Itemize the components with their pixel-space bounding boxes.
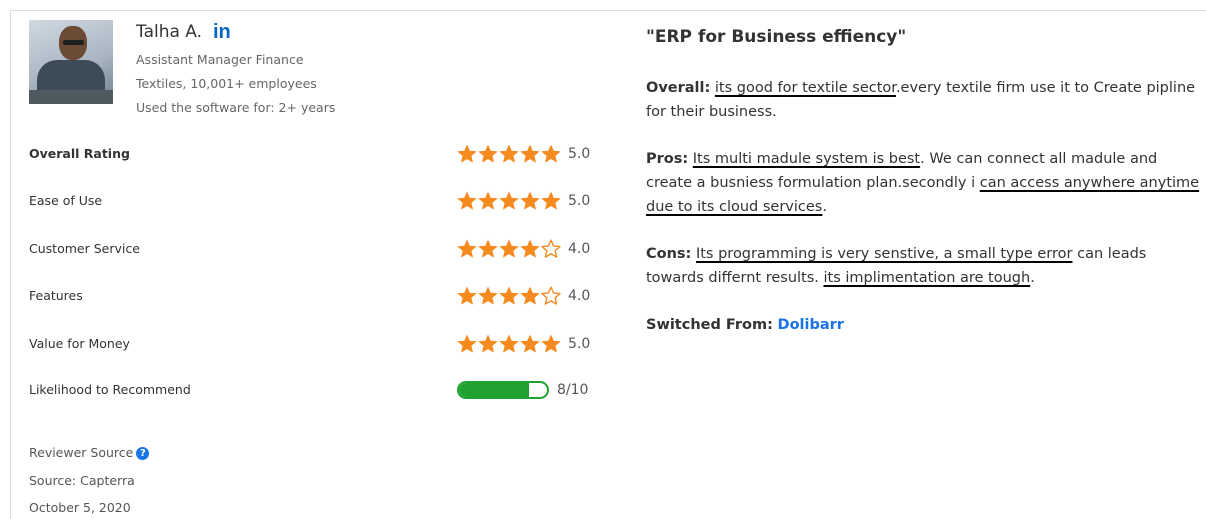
rating-row-customer-service: Customer Service 4.0 (29, 239, 591, 259)
rating-label: Value for Money (29, 336, 130, 351)
rating-value: 5.0 (568, 193, 591, 209)
star-filled-icon (520, 239, 540, 258)
rating-row-overall: Overall Rating 5.0 (29, 144, 591, 164)
help-icon[interactable]: ? (136, 447, 150, 460)
reviewer-source-label: Reviewer Source (29, 445, 134, 460)
cons-highlight-1: Its programming is very senstive, a smal… (695, 246, 1073, 262)
star-filled-icon (499, 286, 519, 305)
star-filled-icon (499, 144, 519, 163)
star-filled-icon (520, 334, 540, 353)
pros-highlight-1: Its multi madule system is best (692, 151, 921, 167)
reviewer-company: Textiles, 10,001+ employees (136, 76, 317, 91)
star-filled-icon (520, 191, 540, 210)
star-empty-icon (541, 286, 561, 305)
star-filled-icon (541, 334, 561, 353)
star-filled-icon (541, 191, 561, 210)
star-filled-icon (478, 239, 498, 258)
star-rating (457, 191, 562, 211)
review-pros: Pros: Its multi madule system is best. W… (646, 147, 1204, 219)
star-rating (457, 286, 562, 306)
recommend-progress-bar (457, 381, 549, 399)
review-switched-from: Switched From: Dolibarr (646, 313, 1204, 337)
rating-value: 5.0 (568, 146, 591, 162)
linkedin-icon[interactable]: in (213, 22, 231, 42)
review-title: "ERP for Business effiency" (646, 27, 907, 47)
rating-row-value-for-money: Value for Money 5.0 (29, 334, 591, 354)
rating-row-recommend: Likelihood to Recommend 8/10 (29, 380, 591, 400)
rating-label: Overall Rating (29, 146, 130, 161)
source-text: Source: Capterra (29, 473, 135, 488)
switched-from-link[interactable]: Dolibarr (778, 317, 844, 333)
star-filled-icon (541, 144, 561, 163)
rating-label: Customer Service (29, 241, 140, 256)
star-filled-icon (520, 144, 540, 163)
reviewer-usage: Used the software for: 2+ years (136, 100, 336, 115)
recommend-label: Likelihood to Recommend (29, 382, 191, 397)
star-filled-icon (478, 191, 498, 210)
star-rating (457, 144, 562, 164)
switched-label: Switched From: (646, 317, 773, 333)
pros-text-2: . (822, 199, 827, 215)
rating-row-ease-of-use: Ease of Use 5.0 (29, 191, 591, 211)
review-overall: Overall: its good for textile sector.eve… (646, 76, 1204, 124)
overall-label: Overall: (646, 80, 711, 96)
rating-label: Ease of Use (29, 193, 103, 208)
pros-label: Pros: (646, 151, 689, 167)
reviewer-role: Assistant Manager Finance (136, 52, 304, 67)
cons-highlight-2: its implimentation are tough (823, 270, 1031, 286)
star-filled-icon (457, 144, 477, 163)
reviewer-name: Talha A. (136, 22, 203, 42)
rating-value: 4.0 (568, 241, 591, 257)
rating-row-features: Features 4.0 (29, 286, 591, 306)
overall-highlight: its good for textile sector (714, 80, 896, 96)
star-filled-icon (457, 191, 477, 210)
star-filled-icon (478, 286, 498, 305)
star-empty-icon (541, 239, 561, 258)
star-filled-icon (499, 191, 519, 210)
cons-label: Cons: (646, 246, 692, 262)
star-filled-icon (478, 144, 498, 163)
rating-value: 5.0 (568, 336, 591, 352)
star-filled-icon (457, 286, 477, 305)
recommend-value: 8/10 (557, 382, 589, 398)
star-filled-icon (520, 286, 540, 305)
star-filled-icon (499, 239, 519, 258)
star-rating (457, 239, 562, 259)
reviewer-source: Reviewer Source? (29, 445, 150, 460)
star-filled-icon (478, 334, 498, 353)
rating-value: 4.0 (568, 288, 591, 304)
cons-text-2: . (1030, 270, 1035, 286)
reviewer-avatar (29, 20, 113, 104)
rating-label: Features (29, 288, 83, 303)
review-cons: Cons: Its programming is very senstive, … (646, 242, 1204, 290)
star-filled-icon (457, 334, 477, 353)
star-filled-icon (457, 239, 477, 258)
star-rating (457, 334, 562, 354)
review-date: October 5, 2020 (29, 500, 131, 515)
star-filled-icon (499, 334, 519, 353)
